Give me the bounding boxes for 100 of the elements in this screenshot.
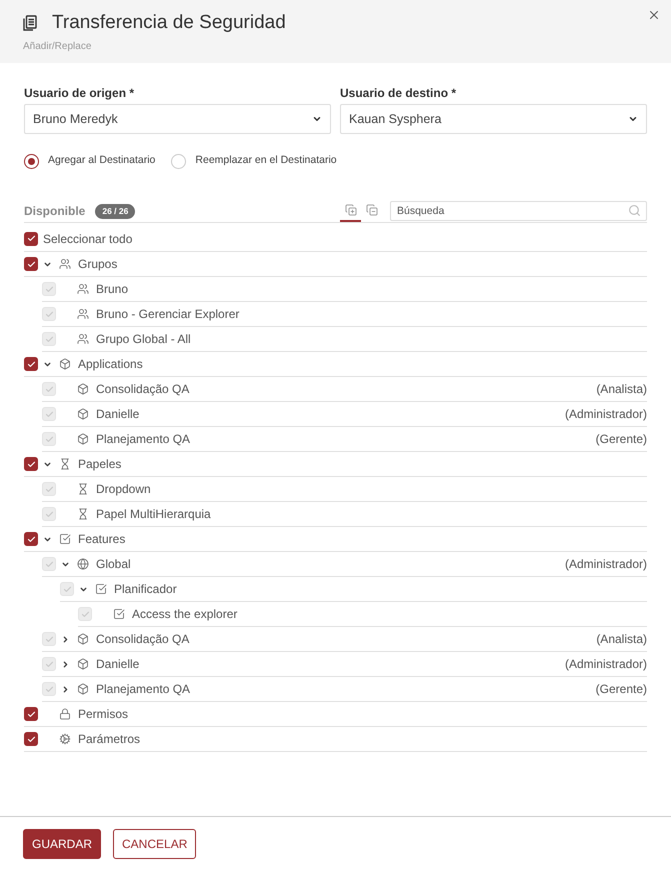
checked-square-icon xyxy=(95,583,107,595)
checkbox[interactable] xyxy=(24,532,38,546)
close-icon[interactable] xyxy=(647,8,661,22)
check-icon xyxy=(44,334,54,344)
cube-icon xyxy=(77,633,89,645)
check-icon xyxy=(44,560,54,568)
checkbox[interactable] xyxy=(24,707,38,721)
radio-button[interactable] xyxy=(24,154,39,168)
users-icon xyxy=(59,258,71,270)
checkbox[interactable] xyxy=(24,257,38,271)
check-icon xyxy=(44,310,54,318)
role-label: (Administrador) xyxy=(564,556,647,573)
check-icon xyxy=(44,660,54,668)
chevron-down-icon xyxy=(312,114,322,124)
check-icon xyxy=(80,610,90,618)
section-title: Disponible xyxy=(24,203,86,220)
hourglass-icon xyxy=(59,458,71,470)
chevron-down-icon[interactable] xyxy=(42,360,52,368)
check-icon xyxy=(26,360,36,368)
tree-item-label: Planificador xyxy=(114,581,177,598)
cancel-button[interactable]: CANCELAR xyxy=(113,829,196,859)
users-icon xyxy=(77,308,89,320)
check-icon xyxy=(44,484,54,494)
check-icon xyxy=(26,534,36,544)
check-icon xyxy=(26,710,36,718)
tree-item-label: Features xyxy=(78,531,126,548)
tree-item-label: Dropdown xyxy=(96,481,151,498)
tree-item-label: Bruno xyxy=(96,281,128,298)
cube-icon xyxy=(77,658,89,670)
check-icon xyxy=(26,260,36,268)
tree-item-label: Papel MultiHierarquia xyxy=(96,506,211,523)
chevron-down-icon xyxy=(628,114,638,124)
cube-icon xyxy=(77,433,89,445)
tree-item-label: Parámetros xyxy=(78,731,140,748)
check-icon xyxy=(26,234,36,243)
chevron-down-icon[interactable] xyxy=(42,460,52,468)
cube-icon xyxy=(77,683,89,695)
role-label: (Analista) xyxy=(596,631,647,648)
tree-item-label: Grupos xyxy=(78,256,118,273)
globe-icon xyxy=(77,558,89,570)
tree-item-label: Consolidação QA xyxy=(96,631,190,648)
check-icon xyxy=(62,584,72,594)
role-label: (Gerente) xyxy=(596,431,647,448)
tree-item-label: Global xyxy=(96,556,131,573)
check-icon xyxy=(26,734,36,744)
field-label: Usuario de destino * xyxy=(340,86,458,100)
check-icon xyxy=(44,434,54,444)
copy-plus-icon xyxy=(344,204,356,216)
cube-icon xyxy=(77,408,89,420)
checkbox[interactable] xyxy=(24,357,38,371)
select-all-label: Seleccionar todo xyxy=(43,230,132,248)
checked-square-icon xyxy=(113,608,125,620)
tree-item-label: Access the explorer xyxy=(132,606,238,623)
hourglass-icon xyxy=(77,508,89,520)
role-label: (Analista) xyxy=(596,381,647,398)
gear-icon xyxy=(59,733,71,745)
radio-label: Reemplazar en el Destinatario xyxy=(195,153,337,168)
tree-item-label: Danielle xyxy=(96,406,140,423)
check-icon xyxy=(44,384,54,394)
checkbox[interactable] xyxy=(24,732,38,746)
checked-square-icon xyxy=(59,533,71,545)
save-button[interactable]: GUARDAR xyxy=(23,829,102,859)
tree-item-label: Permisos xyxy=(78,706,128,723)
users-icon xyxy=(77,333,89,345)
tree-item-label: Planejamento QA xyxy=(96,681,190,698)
tree-item-label: Applications xyxy=(78,356,143,373)
radio-label: Agregar al Destinatario xyxy=(48,153,156,168)
dialog-title: Transferencia de Seguridad xyxy=(52,10,286,35)
check-icon xyxy=(44,284,54,294)
checkbox[interactable] xyxy=(24,457,38,471)
check-icon xyxy=(44,510,54,518)
cube-icon xyxy=(77,383,89,395)
tree-item-label: Danielle xyxy=(96,656,140,673)
role-label: (Gerente) xyxy=(596,681,647,698)
tree-item-label: Bruno - Gerenciar Explorer xyxy=(96,306,240,323)
cube-icon xyxy=(59,358,71,370)
copy-minus-icon xyxy=(366,204,378,216)
select-field[interactable]: Kauan Sysphera xyxy=(340,104,647,134)
chevron-down-icon[interactable] xyxy=(42,534,52,544)
role-label: (Administrador) xyxy=(564,406,647,423)
select-field[interactable]: Bruno Meredyk xyxy=(24,104,331,134)
hourglass-icon xyxy=(77,483,89,495)
dialog-subtitle: Añadir/Replace xyxy=(23,40,92,54)
role-label: (Administrador) xyxy=(564,656,647,673)
search-field[interactable]: Búsqueda xyxy=(390,201,647,221)
field-label: Usuario de origen * xyxy=(24,86,136,100)
check-icon xyxy=(26,460,36,468)
tree-item-label: Grupo Global - All xyxy=(96,331,191,348)
count-badge: 26 / 26 xyxy=(95,204,136,218)
lock-icon xyxy=(59,708,71,720)
chevron-down-icon[interactable] xyxy=(42,260,52,268)
check-icon xyxy=(44,410,54,418)
documents-icon xyxy=(23,15,37,31)
tree-item-label: Papeles xyxy=(78,456,122,473)
users-icon xyxy=(77,283,89,295)
checkbox[interactable] xyxy=(24,232,38,246)
tree-item-label: Planejamento QA xyxy=(96,431,190,448)
check-icon xyxy=(44,684,54,694)
tree-item-label: Consolidação QA xyxy=(96,381,190,398)
check-icon xyxy=(44,634,54,644)
